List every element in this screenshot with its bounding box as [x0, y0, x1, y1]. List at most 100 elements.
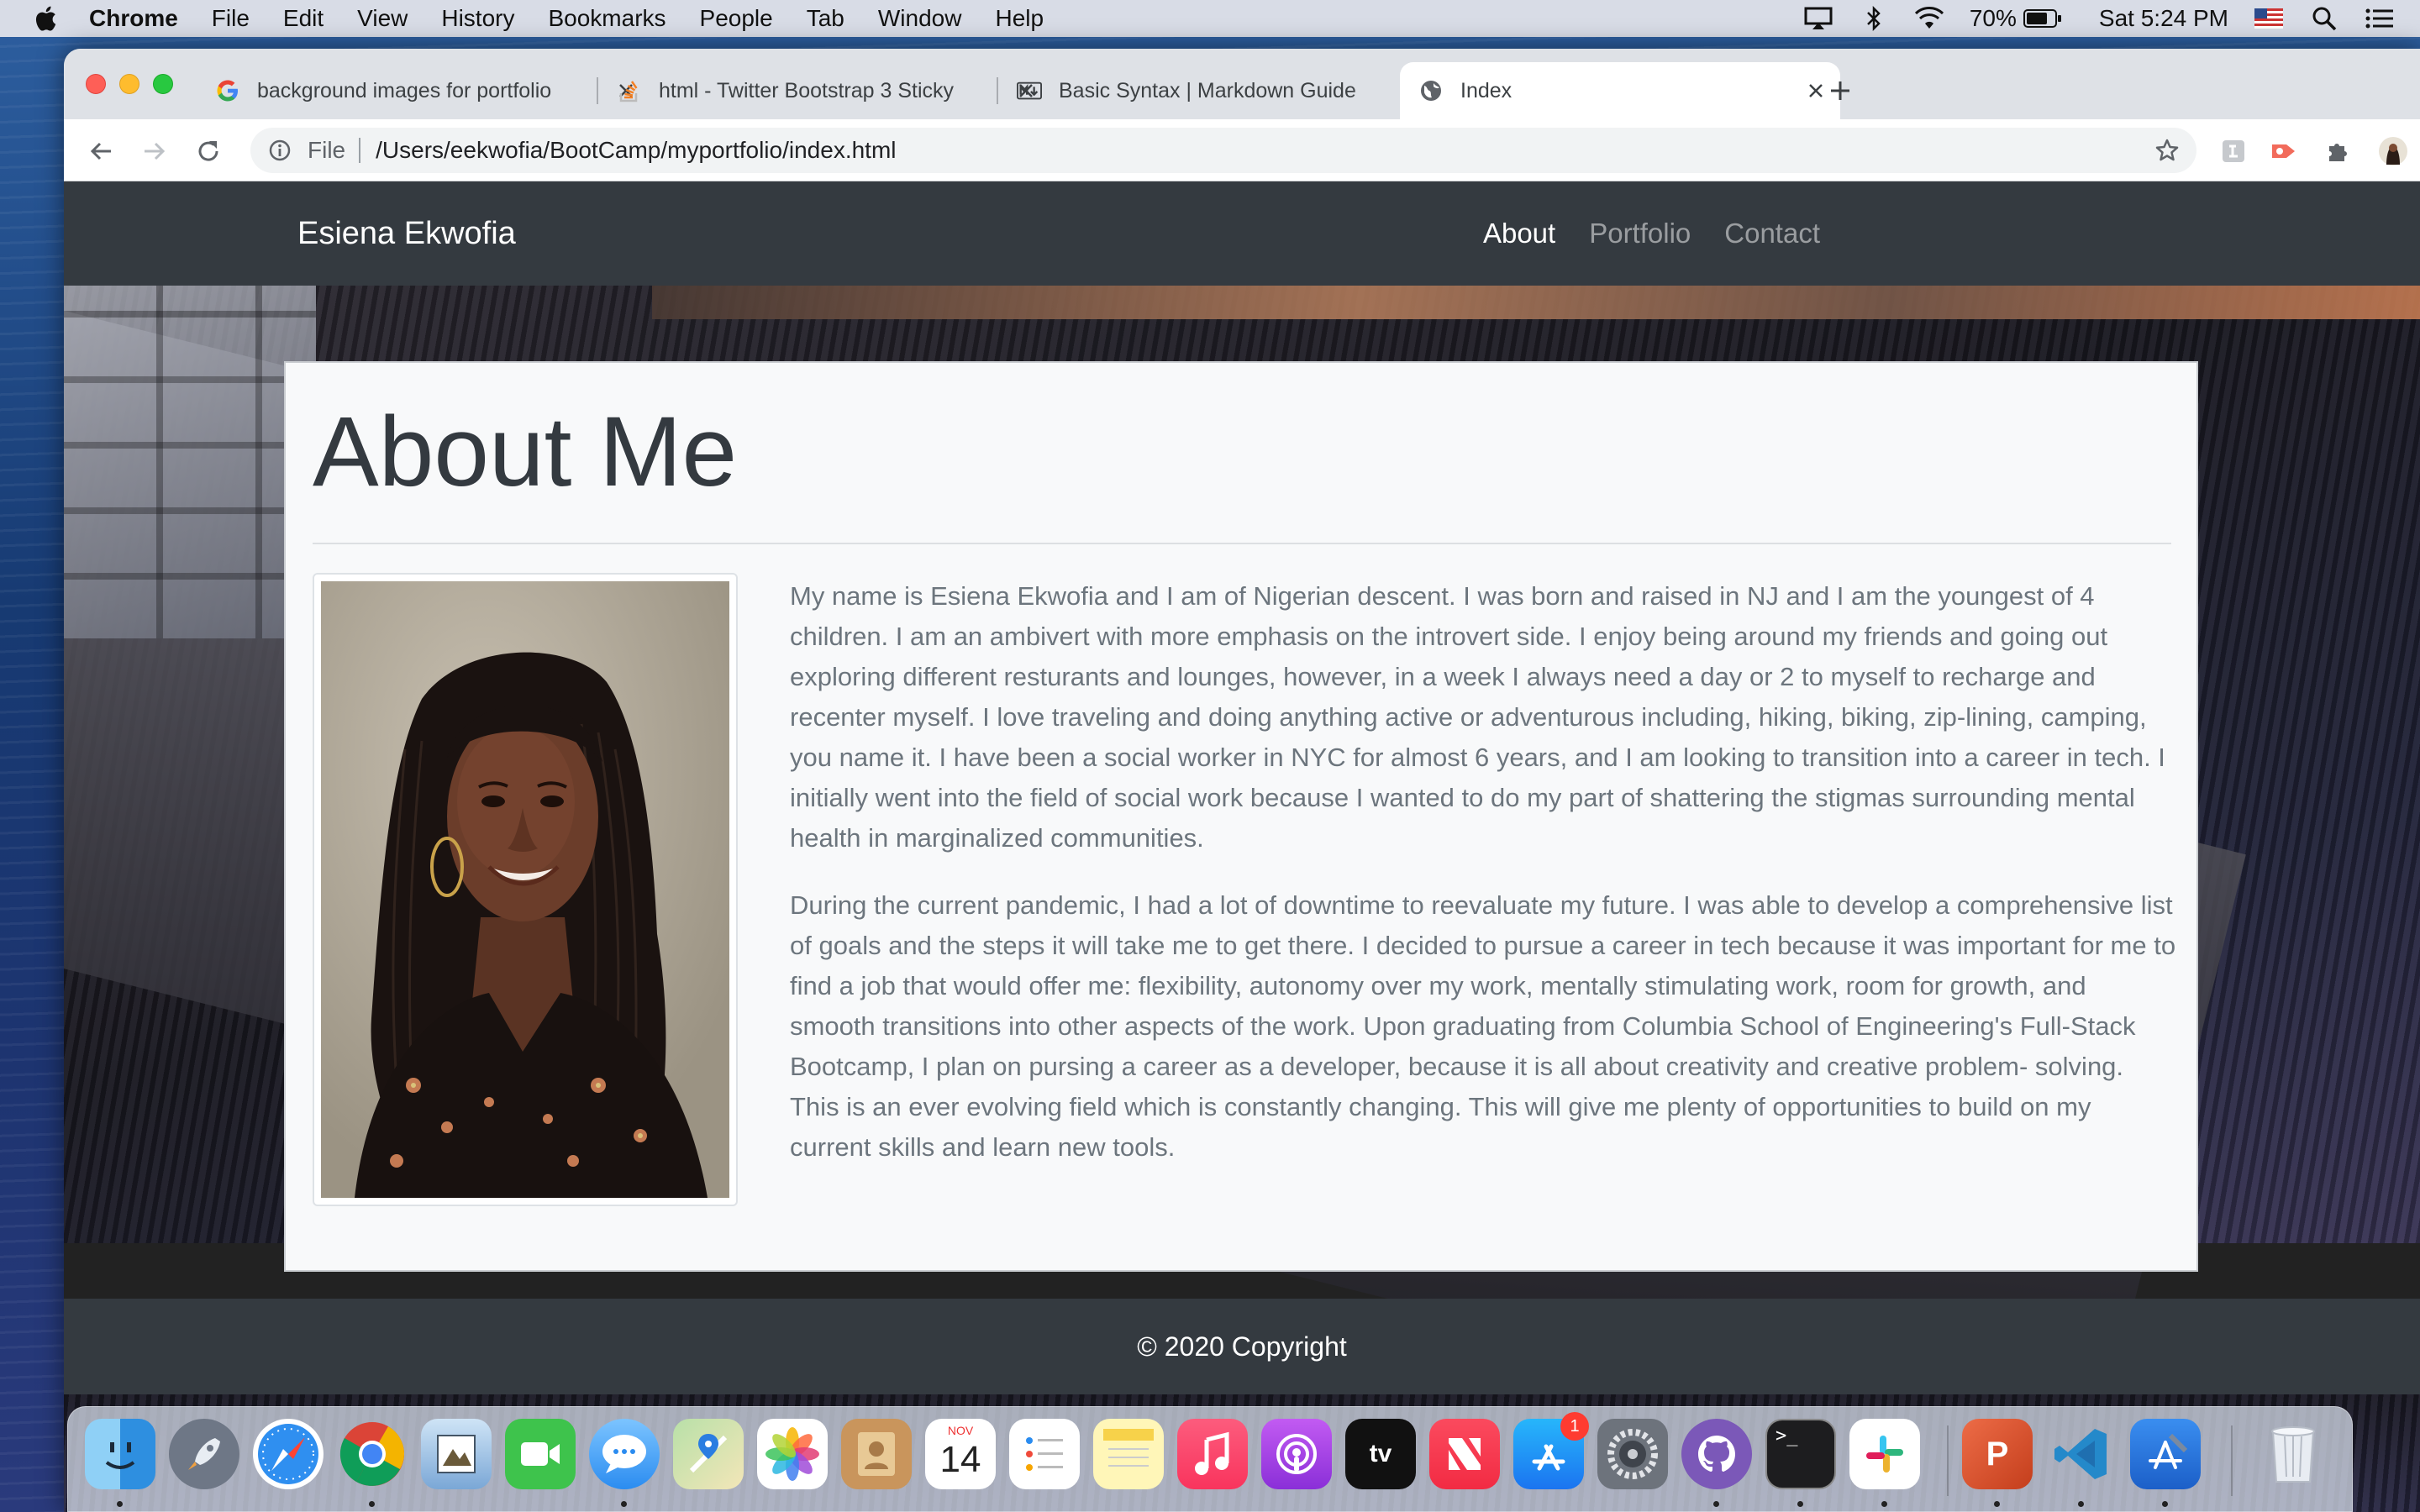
notes-icon[interactable] — [1093, 1419, 1164, 1489]
bookmark-star-icon[interactable] — [2153, 136, 2181, 165]
airplay-icon[interactable] — [1803, 6, 1833, 31]
preview-icon[interactable] — [421, 1419, 492, 1489]
system-preferences-icon[interactable] — [1597, 1419, 1668, 1489]
news-icon[interactable] — [1429, 1419, 1500, 1489]
trash-icon[interactable] — [2258, 1419, 2328, 1489]
tab-markdown-guide[interactable]: Basic Syntax | Markdown Guide — [998, 62, 1449, 119]
spotlight-search-icon[interactable] — [2309, 6, 2339, 31]
stackoverflow-icon — [617, 78, 642, 103]
site-nav-links: About Portfolio Contact — [1449, 181, 1820, 286]
tab-index-active[interactable]: Index — [1400, 62, 1840, 119]
menu-app-name[interactable]: Chrome — [89, 5, 178, 32]
dock-separator — [1947, 1425, 1949, 1496]
about-bio: My name is Esiena Ekwofia and I am of Ni… — [790, 576, 2176, 1194]
back-arrow-icon[interactable] — [84, 134, 118, 168]
github-icon[interactable] — [1681, 1419, 1752, 1489]
running-indicator — [1797, 1501, 1803, 1507]
tv-icon[interactable]: tv — [1345, 1419, 1416, 1489]
menu-window[interactable]: Window — [878, 5, 962, 32]
menu-help[interactable]: Help — [995, 5, 1044, 32]
dock-separator — [2231, 1425, 2233, 1496]
vscode-icon[interactable] — [2046, 1419, 2117, 1489]
apple-menu-icon[interactable] — [32, 3, 62, 34]
url-text[interactable]: /Users/eekwofia/BootCamp/myportfolio/ind… — [376, 137, 896, 164]
powerpoint-icon[interactable]: P — [1962, 1419, 2033, 1489]
nav-link-about[interactable]: About — [1483, 218, 1555, 249]
tab-title: Basic Syntax | Markdown Guide — [1059, 78, 1356, 102]
us-flag-icon[interactable] — [2254, 6, 2284, 31]
tab-title: Index — [1460, 78, 1512, 102]
facetime-icon[interactable] — [505, 1419, 576, 1489]
page-title: About Me — [313, 396, 738, 507]
omnibox-divider — [359, 138, 361, 163]
menu-edit[interactable]: Edit — [283, 5, 324, 32]
background-warm-strip — [652, 286, 2420, 319]
menu-tab[interactable]: Tab — [807, 5, 844, 32]
menubar-clock[interactable]: Sat 5:24 PM — [2099, 5, 2228, 32]
profile-photo — [313, 573, 738, 1206]
menu-bookmarks[interactable]: Bookmarks — [548, 5, 666, 32]
appstore-icon[interactable]: 1 — [1513, 1412, 1589, 1489]
calendar-day: 14 — [939, 1439, 981, 1480]
terminal-icon[interactable]: >_ — [1765, 1419, 1836, 1489]
close-window-button[interactable] — [86, 74, 106, 94]
google-icon — [215, 78, 240, 103]
finder-icon[interactable] — [85, 1419, 155, 1489]
menu-people[interactable]: People — [700, 5, 773, 32]
running-indicator — [2162, 1501, 2168, 1507]
new-tab-plus-icon[interactable] — [1823, 74, 1857, 108]
contacts-icon[interactable] — [841, 1419, 912, 1489]
tab-google-search[interactable]: background images for portfolio — [197, 62, 650, 119]
menu-history[interactable]: History — [441, 5, 514, 32]
extensions-puzzle-icon[interactable] — [2321, 134, 2354, 168]
safari-icon[interactable] — [253, 1419, 324, 1489]
profile-avatar[interactable] — [2376, 134, 2410, 168]
maps-icon[interactable] — [673, 1419, 744, 1489]
podcasts-icon[interactable] — [1261, 1419, 1332, 1489]
browser-toolbar: File /Users/eekwofia/BootCamp/myportfoli… — [64, 119, 2420, 181]
footer-copyright: © 2020 Copyright — [1137, 1331, 1347, 1362]
reminders-icon[interactable] — [1009, 1419, 1080, 1489]
calendar-month: NOV — [947, 1424, 974, 1437]
site-footer: © 2020 Copyright — [64, 1299, 2420, 1394]
running-indicator — [1713, 1501, 1719, 1507]
bio-paragraph: My name is Esiena Ekwofia and I am of Ni… — [790, 581, 2165, 853]
fullscreen-window-button[interactable] — [153, 74, 173, 94]
address-bar[interactable]: File /Users/eekwofia/BootCamp/myportfoli… — [250, 128, 2196, 173]
running-indicator — [1994, 1501, 2000, 1507]
menu-view[interactable]: View — [357, 5, 408, 32]
calendar-icon[interactable]: NOV 14 — [925, 1419, 996, 1489]
bluetooth-icon[interactable] — [1859, 6, 1889, 31]
nav-link-contact[interactable]: Contact — [1724, 218, 1820, 249]
battery-icon[interactable] — [2023, 6, 2062, 31]
running-indicator — [369, 1501, 375, 1507]
appstore-badge: 1 — [1560, 1412, 1589, 1441]
nav-link-portfolio[interactable]: Portfolio — [1589, 218, 1691, 249]
wifi-icon[interactable] — [1914, 6, 1944, 31]
music-icon[interactable] — [1177, 1419, 1248, 1489]
forward-arrow-icon[interactable] — [138, 134, 171, 168]
chrome-window: background images for portfolio html - T… — [64, 49, 2420, 1512]
tab-stackoverflow[interactable]: html - Twitter Bootstrap 3 Sticky — [598, 62, 1050, 119]
globe-icon — [1418, 78, 1444, 103]
photos-icon[interactable] — [757, 1419, 828, 1489]
xcode-icon[interactable] — [2130, 1419, 2201, 1489]
tab-title: html - Twitter Bootstrap 3 Sticky — [659, 78, 955, 102]
slack-icon[interactable] — [1849, 1419, 1920, 1489]
macos-menu-bar: Chrome File Edit View History Bookmarks … — [0, 0, 2420, 37]
chrome-icon[interactable] — [337, 1419, 408, 1489]
reload-icon[interactable] — [192, 134, 225, 168]
minimize-window-button[interactable] — [119, 74, 139, 94]
launchpad-icon[interactable] — [169, 1419, 239, 1489]
messages-icon[interactable] — [589, 1419, 660, 1489]
running-indicator — [621, 1501, 627, 1507]
extension-icon[interactable] — [2217, 134, 2250, 168]
running-indicator — [1881, 1501, 1887, 1507]
screen-recorder-icon[interactable] — [2267, 134, 2301, 168]
site-brand[interactable]: Esiena Ekwofia — [297, 181, 516, 286]
about-card: About Me My name is Esiena Ekwofia and I… — [284, 361, 2198, 1272]
window-controls — [86, 74, 187, 94]
menu-file[interactable]: File — [212, 5, 250, 32]
notification-center-icon[interactable] — [2365, 6, 2395, 31]
site-info-icon[interactable] — [267, 138, 292, 163]
